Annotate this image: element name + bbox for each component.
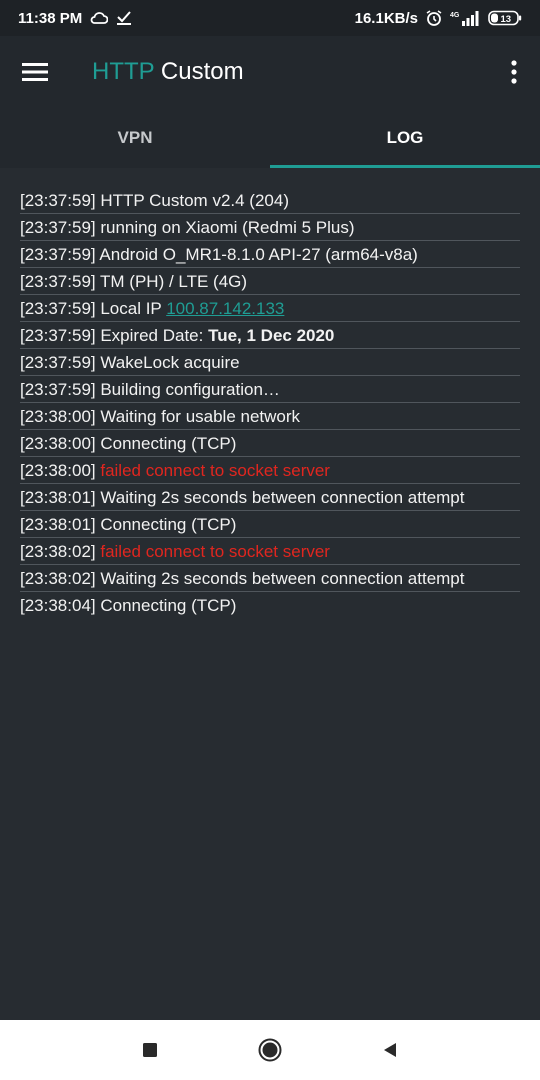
- log-message: Local IP: [95, 299, 167, 318]
- log-line: [23:37:59] WakeLock acquire: [20, 350, 520, 376]
- log-message: Expired Date:: [95, 326, 209, 345]
- log-line: [23:37:59] Expired Date: Tue, 1 Dec 2020: [20, 323, 520, 349]
- log-message: TM (PH) / LTE (4G): [95, 272, 248, 291]
- tab-log[interactable]: LOG: [270, 108, 540, 168]
- log-line: [23:38:01] Waiting 2s seconds between co…: [20, 485, 520, 511]
- battery-icon: 13: [488, 10, 522, 26]
- log-message: Android O_MR1-8.1.0 API-27 (arm64-v8a): [95, 245, 418, 264]
- app-title-accent: HTTP: [92, 58, 155, 85]
- app-bar: HTTP Custom: [0, 36, 540, 108]
- log-line: [23:38:02] Waiting 2s seconds between co…: [20, 566, 520, 592]
- log-timestamp: [23:37:59]: [20, 380, 96, 399]
- log-line: [23:38:04] Connecting (TCP): [20, 593, 520, 618]
- alarm-icon: [426, 10, 442, 26]
- log-line: [23:38:00] Waiting for usable network: [20, 404, 520, 430]
- log-message: Waiting 2s seconds between connection at…: [95, 569, 465, 588]
- log-message: Waiting 2s seconds between connection at…: [95, 488, 465, 507]
- back-triangle-icon[interactable]: [370, 1030, 410, 1070]
- log-message: WakeLock acquire: [95, 353, 240, 372]
- log-line: [23:37:59] HTTP Custom v2.4 (204): [20, 188, 520, 214]
- log-line: [23:37:59] Android O_MR1-8.1.0 API-27 (a…: [20, 242, 520, 268]
- app-title-rest: Custom: [154, 58, 244, 85]
- log-timestamp: [23:37:59]: [20, 218, 96, 237]
- local-ip-link[interactable]: 100.87.142.133: [166, 299, 284, 318]
- download-check-icon: [116, 11, 132, 25]
- app-title: HTTP Custom: [92, 58, 244, 86]
- log-line: [23:38:02] failed connect to socket serv…: [20, 539, 520, 565]
- log-timestamp: [23:38:00]: [20, 461, 96, 480]
- tab-vpn[interactable]: VPN: [0, 108, 270, 168]
- log-timestamp: [23:37:59]: [20, 299, 96, 318]
- log-line: [23:38:00] failed connect to socket serv…: [20, 458, 520, 484]
- log-timestamp: [23:38:01]: [20, 488, 96, 507]
- battery-level: 13: [501, 14, 512, 25]
- net-speed: 16.1KB/s: [354, 9, 418, 27]
- log-message: Building configuration…: [95, 380, 280, 399]
- log-line: [23:37:59] running on Xiaomi (Redmi 5 Pl…: [20, 215, 520, 241]
- log-message: Connecting (TCP): [95, 596, 237, 615]
- status-time: 11:38 PM: [18, 9, 83, 27]
- system-nav-bar: [0, 1020, 540, 1080]
- status-bar: 11:38 PM 16.1KB/s 4G 13: [0, 0, 540, 36]
- tab-log-label: LOG: [386, 128, 424, 147]
- log-timestamp: [23:38:02]: [20, 569, 96, 588]
- cloud-icon: [90, 12, 109, 24]
- log-message: Waiting for usable network: [95, 407, 301, 426]
- log-timestamp: [23:38:01]: [20, 515, 96, 534]
- expired-date-value: Tue, 1 Dec 2020: [208, 326, 335, 345]
- log-list[interactable]: [23:37:59] HTTP Custom v2.4 (204) [23:37:…: [20, 188, 520, 619]
- log-error-text: failed connect to socket server: [95, 542, 330, 561]
- home-circle-icon[interactable]: [250, 1030, 290, 1070]
- log-timestamp: [23:37:59]: [20, 326, 96, 345]
- svg-text:4G: 4G: [450, 12, 460, 19]
- recents-square-icon[interactable]: [130, 1030, 170, 1070]
- log-line: [23:38:01] Connecting (TCP): [20, 512, 520, 538]
- signal-4g-icon: 4G: [450, 10, 480, 26]
- log-timestamp: [23:37:59]: [20, 272, 96, 291]
- log-message: Connecting (TCP): [95, 515, 237, 534]
- log-timestamp: [23:38:00]: [20, 407, 96, 426]
- log-line: [23:38:00] Connecting (TCP): [20, 431, 520, 457]
- menu-hamburger-icon[interactable]: [0, 36, 70, 108]
- log-timestamp: [23:37:59]: [20, 245, 96, 264]
- log-message: Connecting (TCP): [95, 434, 237, 453]
- log-timestamp: [23:37:59]: [20, 191, 96, 210]
- log-timestamp: [23:38:04]: [20, 596, 96, 615]
- log-line: [23:37:59] Local IP 100.87.142.133: [20, 296, 520, 322]
- log-message: HTTP Custom v2.4 (204): [95, 191, 289, 210]
- log-line: [23:37:59] Building configuration…: [20, 377, 520, 403]
- log-timestamp: [23:38:00]: [20, 434, 96, 453]
- tab-bar: VPN LOG: [0, 108, 540, 168]
- log-timestamp: [23:37:59]: [20, 353, 96, 372]
- tab-vpn-label: VPN: [117, 128, 153, 147]
- log-message: running on Xiaomi (Redmi 5 Plus): [95, 218, 355, 237]
- more-vert-icon[interactable]: [502, 52, 526, 92]
- log-error-text: failed connect to socket server: [95, 461, 330, 480]
- log-line: [23:37:59] TM (PH) / LTE (4G): [20, 269, 520, 295]
- log-timestamp: [23:38:02]: [20, 542, 96, 561]
